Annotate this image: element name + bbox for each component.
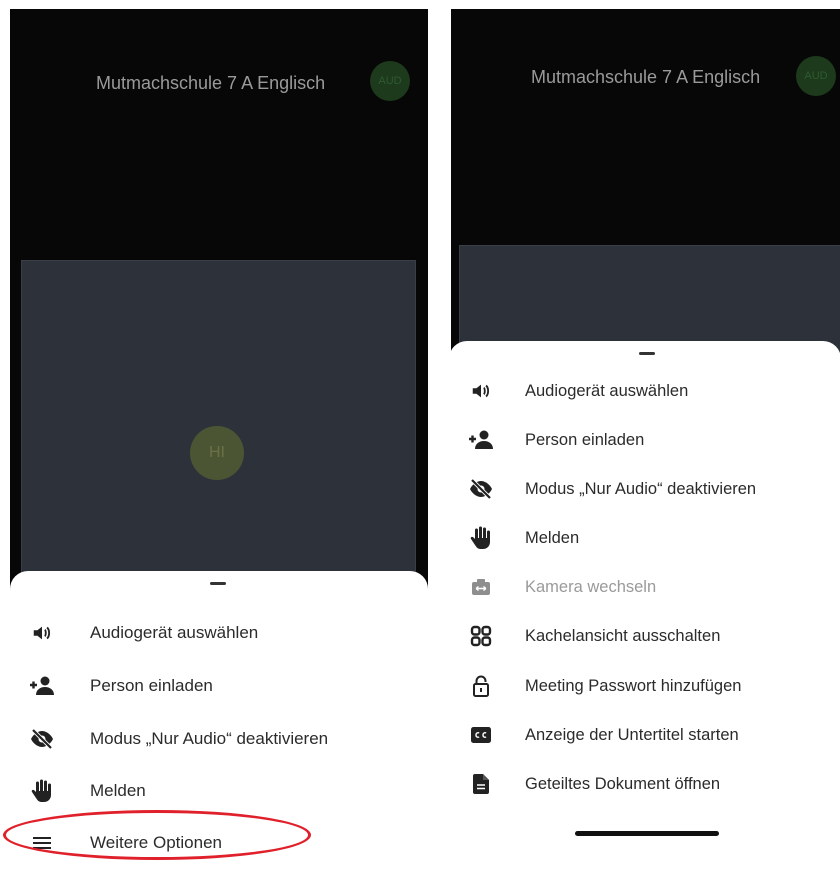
menu-item-label: Kachelansicht ausschalten	[525, 626, 721, 645]
raise-hand-icon	[28, 777, 56, 805]
options-sheet: Audiogerät auswählen Person einladen Mod…	[451, 341, 840, 881]
highlight-annotation	[3, 810, 311, 860]
menu-item-label: Modus „Nur Audio“ deaktivieren	[90, 729, 329, 748]
speaker-icon	[467, 377, 495, 405]
sheet-handle[interactable]	[639, 352, 655, 355]
add-person-icon	[467, 426, 495, 454]
tile-avatar: HI	[190, 426, 244, 480]
meeting-title: Mutmachschule 7 A Englisch	[531, 67, 761, 87]
right-screen: Mutmachschule 7 A Englisch AUD Audiogerä…	[451, 9, 840, 881]
participant-avatar[interactable]: AUD	[796, 56, 836, 96]
menu-item-label: Person einladen	[90, 676, 213, 695]
menu-item-label: Anzeige der Untertitel starten	[525, 725, 739, 744]
menu-item-label: Geteiltes Dokument öffnen	[525, 774, 721, 793]
speaker-icon	[28, 619, 56, 647]
add-person-icon	[28, 672, 56, 700]
raise-hand-icon	[467, 524, 495, 552]
participant-avatar[interactable]: AUD	[370, 61, 410, 101]
closed-captions-icon	[467, 721, 495, 749]
menu-item-label: Audiogerät auswählen	[525, 381, 689, 400]
menu-item-label: Meeting Passwort hinzufügen	[525, 676, 742, 695]
tile-view-icon	[467, 622, 495, 650]
eye-off-icon	[28, 725, 56, 753]
menu-item-label: Modus „Nur Audio“ deaktivieren	[525, 479, 757, 498]
menu-item-label: Person einladen	[525, 430, 645, 449]
home-indicator	[575, 831, 719, 836]
lock-icon	[467, 672, 495, 700]
menu-item-label: Melden	[525, 528, 580, 547]
left-screen: Mutmachschule 7 A Englisch AUD HI Audiog…	[10, 9, 428, 881]
document-icon	[467, 770, 495, 798]
switch-camera-icon	[467, 573, 495, 601]
menu-item-label: Melden	[90, 781, 146, 800]
video-tile[interactable]: HI	[21, 260, 416, 602]
menu-item-label: Kamera wechseln	[525, 577, 657, 596]
meeting-title: Mutmachschule 7 A Englisch	[96, 73, 326, 93]
menu-item-label: Audiogerät auswählen	[90, 623, 259, 642]
eye-off-icon	[467, 475, 495, 503]
sheet-handle[interactable]	[210, 582, 226, 585]
